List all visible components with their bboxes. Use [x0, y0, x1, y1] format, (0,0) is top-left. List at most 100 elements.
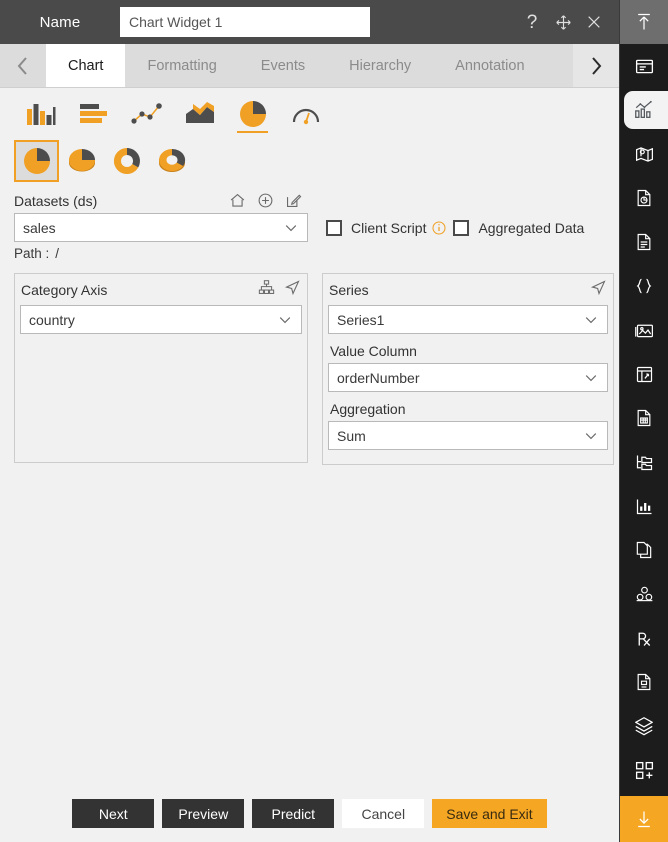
dialog-body: Datasets (ds) sales Client Script Aggreg… — [0, 88, 619, 842]
save-and-exit-button[interactable]: Save and Exit — [432, 799, 547, 828]
image-widget-icon[interactable] — [620, 308, 668, 352]
edit-pencil-icon[interactable] — [285, 192, 302, 209]
tab-formatting[interactable]: Formatting — [125, 44, 238, 87]
report-chart-icon[interactable] — [620, 176, 668, 220]
copy-page-icon[interactable] — [620, 528, 668, 572]
series-panel: Series Series1 Value Column orderNumber … — [322, 273, 614, 465]
category-axis-value: country — [29, 311, 75, 328]
aggregated-data-label: Aggregated Data — [478, 219, 585, 236]
client-script-checkbox[interactable] — [326, 219, 342, 236]
map-widget-icon[interactable] — [620, 132, 668, 176]
tab-hierarchy-label: Hierarchy — [349, 57, 412, 74]
datasets-select-row: sales Client Script Aggregated Data — [14, 209, 619, 242]
series-title: Series — [329, 282, 369, 298]
saved-doc-icon[interactable] — [620, 660, 668, 704]
table-widget-icon[interactable] — [620, 352, 668, 396]
category-axis-title: Category Axis — [21, 282, 108, 298]
plus-circle-icon[interactable] — [257, 192, 274, 209]
dataset-path-label: Path : — [14, 246, 50, 261]
bar-chart-icon[interactable] — [67, 94, 120, 134]
right-sidebar — [620, 0, 668, 842]
cancel-button[interactable]: Cancel — [342, 799, 425, 828]
aggregation-select[interactable]: Sum — [328, 421, 608, 450]
tab-strip: Chart Formatting Events Hierarchy Annota… — [0, 44, 619, 88]
code-braces-icon[interactable] — [620, 264, 668, 308]
area-chart-icon[interactable] — [173, 94, 226, 134]
chart-widget-icon[interactable] — [620, 88, 668, 132]
tab-hierarchy[interactable]: Hierarchy — [327, 44, 433, 87]
collapse-up-icon[interactable] — [620, 0, 668, 44]
category-axis-select[interactable]: country — [20, 305, 302, 334]
datasets-section: Datasets (ds) sales Client Script Aggreg… — [0, 182, 619, 261]
chevron-down-icon — [283, 220, 299, 236]
aggregation-label: Aggregation — [330, 401, 406, 417]
chevron-down-icon — [583, 312, 599, 328]
move-icon[interactable] — [554, 13, 572, 31]
dashboard-icon[interactable] — [620, 44, 668, 88]
category-axis-body: country — [15, 305, 307, 339]
tree-folder-icon[interactable] — [620, 440, 668, 484]
document-icon[interactable] — [620, 220, 668, 264]
name-label: Name — [39, 13, 81, 31]
cursor-arrow-icon[interactable] — [590, 279, 607, 301]
predict-button[interactable]: Predict — [252, 799, 335, 828]
client-script-label: Client Script — [351, 219, 427, 236]
layers-icon[interactable] — [620, 704, 668, 748]
tabs-scroll-right-button[interactable] — [573, 44, 619, 87]
dataset-select-value: sales — [23, 219, 56, 236]
datasets-header-row: Datasets (ds) — [14, 192, 619, 209]
page-report-icon[interactable] — [620, 396, 668, 440]
question-mark-icon[interactable]: ? — [523, 13, 541, 32]
value-column-value: orderNumber — [337, 369, 420, 386]
cursor-arrow-icon[interactable] — [284, 279, 301, 301]
aggregated-data-checkbox[interactable] — [453, 219, 470, 236]
bar-stats-icon[interactable] — [620, 484, 668, 528]
cubes-icon[interactable] — [620, 572, 668, 616]
hierarchy-icon[interactable] — [258, 279, 275, 301]
chevron-down-icon — [277, 312, 293, 328]
scatter-line-chart-icon[interactable] — [120, 94, 173, 134]
tab-events-label: Events — [260, 57, 306, 74]
titlebar-icons: ? — [523, 13, 605, 32]
pie-3d-icon[interactable] — [59, 140, 104, 182]
tab-annotation[interactable]: Annotation — [433, 44, 546, 87]
dialog-footer: Next Preview Predict Cancel Save and Exi… — [0, 799, 619, 842]
column-chart-icon[interactable] — [14, 94, 67, 134]
axis-series-panels: Category Axis country Series Series1 Val… — [0, 261, 619, 465]
prescription-rx-icon[interactable] — [620, 616, 668, 660]
home-icon[interactable] — [229, 192, 246, 209]
datasets-toolbar — [229, 192, 308, 209]
chart-subtype-row — [0, 134, 619, 182]
series-header: Series — [323, 274, 613, 305]
pie-chart-icon[interactable] — [226, 94, 279, 134]
category-axis-tools — [258, 279, 301, 301]
pie-flat-icon[interactable] — [14, 140, 59, 182]
chevron-down-icon — [583, 428, 599, 444]
series-select[interactable]: Series1 — [328, 305, 608, 334]
tab-list: Chart Formatting Events Hierarchy Annota… — [46, 44, 547, 87]
tab-chart[interactable]: Chart — [46, 44, 126, 87]
download-icon[interactable] — [620, 796, 668, 842]
gauge-chart-icon[interactable] — [279, 94, 332, 134]
series-body: Series1 Value Column orderNumber Aggrega… — [323, 305, 613, 455]
add-widget-icon[interactable] — [620, 748, 668, 792]
info-icon[interactable] — [431, 220, 447, 236]
close-icon[interactable] — [585, 13, 603, 31]
donut-3d-icon[interactable] — [149, 140, 194, 182]
dataset-select[interactable]: sales — [14, 213, 308, 242]
category-axis-panel: Category Axis country — [14, 273, 308, 463]
value-column-select[interactable]: orderNumber — [328, 363, 608, 392]
series-tools — [590, 279, 607, 301]
chart-type-row — [0, 88, 619, 134]
category-axis-header: Category Axis — [15, 274, 307, 305]
widget-name-input[interactable] — [120, 7, 370, 37]
tabs-scroll-left-button[interactable] — [0, 44, 46, 87]
donut-flat-icon[interactable] — [104, 140, 149, 182]
preview-button[interactable]: Preview — [162, 799, 245, 828]
chevron-down-icon — [583, 370, 599, 386]
datasets-title: Datasets (ds) — [14, 192, 98, 209]
tab-events[interactable]: Events — [239, 44, 327, 87]
series-value: Series1 — [337, 311, 385, 328]
next-button[interactable]: Next — [72, 799, 155, 828]
dataset-path-value: / — [55, 246, 60, 261]
